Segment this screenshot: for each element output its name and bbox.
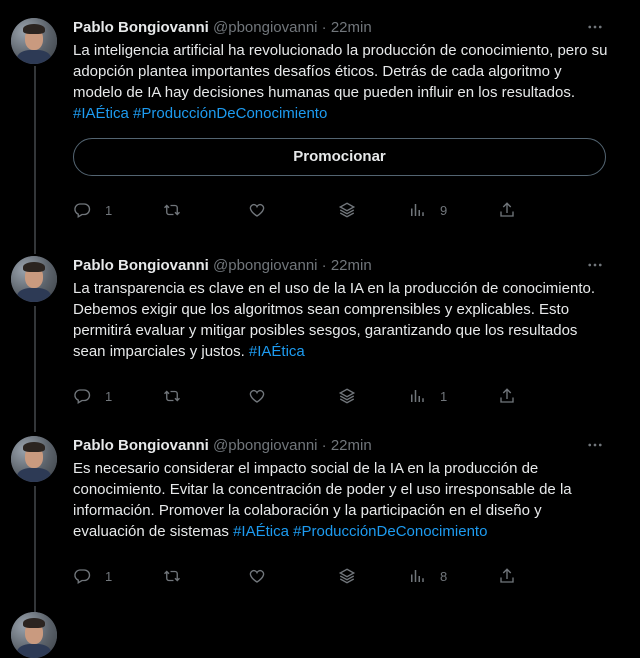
- timestamp[interactable]: 22min: [331, 437, 372, 454]
- tweet-text-segment: La transparencia es clave en el uso de l…: [73, 280, 595, 360]
- hashtag-link[interactable]: #IAÉtica: [73, 105, 129, 122]
- views-button[interactable]: 9: [408, 200, 447, 220]
- share-icon: [500, 202, 514, 217]
- tweet-header: Pablo Bongiovanni @pbongiovanni · 22min: [73, 18, 372, 38]
- hashtag-link[interactable]: #IAÉtica: [249, 343, 305, 360]
- share-icon: [500, 388, 514, 403]
- avatar[interactable]: [11, 256, 57, 302]
- views-bar-chart-icon: [411, 570, 424, 582]
- author-name[interactable]: Pablo Bongiovanni: [73, 257, 209, 274]
- views-bar-chart-icon: [411, 204, 424, 216]
- hashtag-link[interactable]: #ProducciónDeConocimiento: [133, 105, 327, 122]
- views-count: 8: [440, 568, 448, 584]
- tweet-header: Pablo Bongiovanni @pbongiovanni · 22min: [73, 256, 372, 276]
- author-name[interactable]: Pablo Bongiovanni: [73, 19, 209, 36]
- stack-icon: [338, 202, 356, 218]
- reply-count: 1: [105, 568, 113, 584]
- more-horizontal-icon[interactable]: [584, 436, 606, 456]
- share-button[interactable]: [498, 386, 516, 406]
- avatar[interactable]: [11, 612, 57, 658]
- author-handle[interactable]: @pbongiovanni: [213, 257, 317, 274]
- tweet-text: La transparencia es clave en el uso de l…: [73, 278, 613, 362]
- retweet-button[interactable]: [163, 566, 181, 586]
- retweet-icon: [164, 570, 180, 582]
- reply-count: 1: [105, 388, 113, 404]
- reply-button[interactable]: 1: [73, 386, 112, 406]
- bookmark-button[interactable]: [338, 566, 356, 586]
- bookmark-button[interactable]: [338, 386, 356, 406]
- author-handle[interactable]: @pbongiovanni: [213, 19, 317, 36]
- tweet-text: Es necesario considerar el impacto socia…: [73, 458, 613, 542]
- separator-dot: ·: [321, 257, 327, 274]
- hashtag-link[interactable]: #IAÉtica: [233, 523, 289, 540]
- retweet-button[interactable]: [163, 386, 181, 406]
- share-button[interactable]: [498, 200, 516, 220]
- separator-dot: ·: [321, 437, 327, 454]
- reply-button[interactable]: 1: [73, 566, 112, 586]
- avatar[interactable]: [11, 436, 57, 482]
- retweet-icon: [164, 390, 180, 402]
- like-button[interactable]: [248, 566, 266, 586]
- views-button[interactable]: 8: [408, 566, 447, 586]
- views-count: 9: [440, 202, 448, 218]
- reply-button[interactable]: 1: [73, 200, 112, 220]
- more-horizontal-icon[interactable]: [584, 18, 606, 38]
- tweet-text-segment: La inteligencia artificial ha revolucion…: [73, 42, 608, 101]
- author-handle[interactable]: @pbongiovanni: [213, 437, 317, 454]
- share-button[interactable]: [498, 566, 516, 586]
- retweet-button[interactable]: [163, 200, 181, 220]
- bookmark-button[interactable]: [338, 200, 356, 220]
- tweet-actions: 1 8: [73, 566, 523, 586]
- reply-icon: [74, 203, 91, 218]
- like-button[interactable]: [248, 200, 266, 220]
- views-button[interactable]: 1: [408, 386, 447, 406]
- author-name[interactable]: Pablo Bongiovanni: [73, 437, 209, 454]
- tweet[interactable]: Pablo Bongiovanni @pbongiovanni · 22min …: [0, 256, 640, 416]
- tweet-actions: 1 1: [73, 386, 523, 406]
- heart-icon: [249, 569, 265, 583]
- more-horizontal-icon[interactable]: [584, 256, 606, 276]
- tweet-header: Pablo Bongiovanni @pbongiovanni · 22min: [73, 436, 372, 456]
- promote-button[interactable]: Promocionar: [73, 138, 606, 176]
- heart-icon: [249, 203, 265, 217]
- tweet[interactable]: Pablo Bongiovanni @pbongiovanni · 22min …: [0, 436, 640, 596]
- views-bar-chart-icon: [411, 390, 424, 402]
- retweet-icon: [164, 204, 180, 216]
- hashtag-link[interactable]: #ProducciónDeConocimiento: [293, 523, 487, 540]
- views-count: 1: [440, 388, 448, 404]
- stack-icon: [338, 388, 356, 404]
- tweet-actions: 1 9: [73, 200, 523, 220]
- separator-dot: ·: [321, 19, 327, 36]
- reply-count: 1: [105, 202, 113, 218]
- stack-icon: [338, 568, 356, 584]
- reply-icon: [74, 389, 91, 404]
- tweet[interactable]: Pablo Bongiovanni @pbongiovanni · 22min …: [0, 18, 640, 228]
- avatar[interactable]: [11, 18, 57, 64]
- tweet-text: La inteligencia artificial ha revolucion…: [73, 40, 613, 124]
- timestamp[interactable]: 22min: [331, 19, 372, 36]
- heart-icon: [249, 389, 265, 403]
- share-icon: [500, 568, 514, 583]
- timestamp[interactable]: 22min: [331, 257, 372, 274]
- like-button[interactable]: [248, 386, 266, 406]
- reply-icon: [74, 569, 91, 584]
